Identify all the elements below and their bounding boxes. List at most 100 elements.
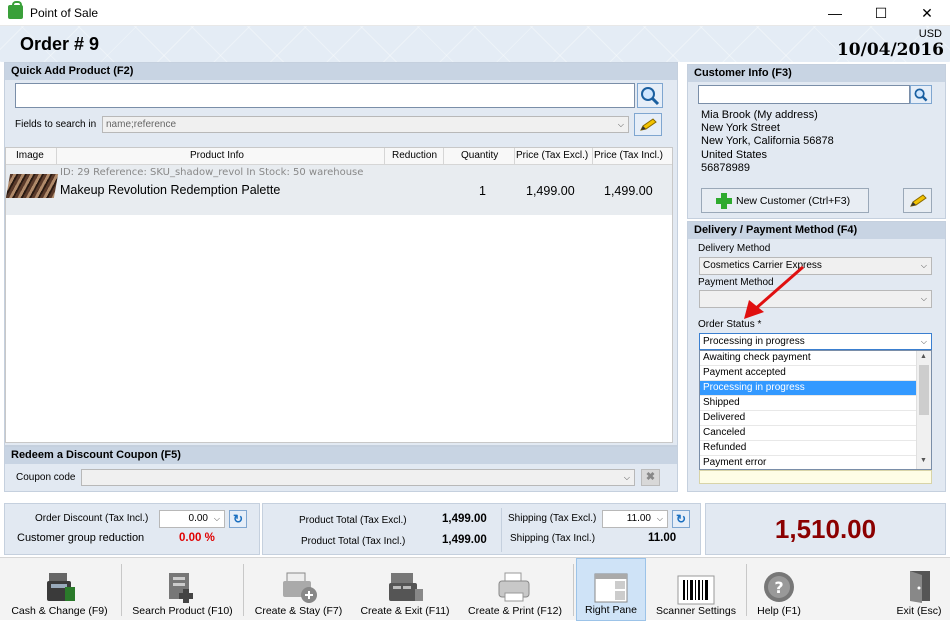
printer-add-icon [282,572,317,603]
right-pane-button[interactable]: Right Pane [576,558,646,621]
product-total-excl-value: 1,499.00 [442,513,487,525]
address-line: New York Street [701,122,780,135]
status-option[interactable]: Payment accepted [700,366,916,381]
refresh-discount-button[interactable]: ↻ [229,510,247,528]
toolbar-label: Create & Exit (F11) [360,605,450,617]
cash-change-button[interactable]: Cash & Change (F9) [0,558,119,621]
delivery-method-label: Delivery Method [698,243,771,254]
toolbar-label: Create & Print (F12) [468,605,562,617]
svg-text:?: ? [774,578,783,597]
status-option[interactable]: Awaiting check payment [700,351,916,366]
magnifier-icon [914,88,928,101]
chevron-down-icon: ⌵ [617,120,624,129]
chevron-down-icon: ⌵ [920,294,927,303]
scrollbar-thumb[interactable] [919,365,929,415]
quick-add-title: Quick Add Product (F2) [5,63,677,80]
customer-search-button[interactable] [910,85,932,104]
maximize-button[interactable]: ☐ [858,0,904,26]
product-price-incl: 1,499.00 [604,184,653,198]
currency-label: USD [918,28,942,40]
chevron-down-icon: ⌵ [213,514,220,523]
scroll-down-icon[interactable]: ▼ [920,457,927,464]
new-customer-button[interactable]: New Customer (Ctrl+F3) [701,188,869,213]
order-discount-label: Order Discount (Tax Incl.) [35,513,149,524]
status-option-selected[interactable]: Processing in progress [700,381,916,396]
customer-search-input[interactable] [698,85,910,104]
help-button[interactable]: ? Help (F1) [748,558,810,621]
column-price-excl: Price (Tax Excl.) [516,150,589,161]
annotation-arrow-icon [744,265,804,319]
shipping-excl-value: 11.00 [626,513,651,524]
status-option[interactable]: Delivered [700,411,916,426]
status-option[interactable]: Canceled [700,426,916,441]
column-image: Image [16,150,44,161]
barcode-icon [677,575,715,605]
divider [573,564,574,616]
refresh-icon: ↻ [675,512,687,526]
chevron-down-icon: ⌵ [656,514,663,523]
toolbar-label: Help (F1) [757,605,801,617]
customer-address: Mia Brook (My address) New York Street N… [701,109,834,175]
delivery-title: Delivery / Payment Method (F4) [688,222,945,239]
right-pane-icon [594,573,628,603]
order-note-field[interactable] [699,470,932,484]
grand-total: 1,510.00 [774,514,877,544]
column-reduction: Reduction [392,150,438,161]
grand-total-panel: 1,510.00 [705,503,946,555]
cash-register-icon [46,573,75,601]
printer-icon [498,572,530,602]
coupon-panel: Redeem a Discount Coupon (F5) Coupon cod… [4,446,678,492]
shopping-bag-icon [8,1,23,19]
delivery-method-select[interactable]: Cosmetics Carrier Express ⌵ [699,257,932,275]
new-customer-label: New Customer (Ctrl+F3) [736,194,851,207]
scroll-up-icon[interactable]: ▲ [920,353,927,360]
status-option[interactable]: Payment error [700,456,916,471]
shipping-excl-label: Shipping (Tax Excl.) [508,513,597,524]
dropdown-scrollbar[interactable]: ▲ ▼ [916,351,931,469]
divider [501,508,502,552]
coupon-code-label: Coupon code [16,472,76,483]
exit-button[interactable]: Exit (Esc) [888,558,950,621]
scanner-settings-button[interactable]: Scanner Settings [648,558,744,621]
create-print-button[interactable]: Create & Print (F12) [460,558,570,621]
magnifier-icon [641,86,660,105]
clear-coupon-button[interactable]: ✖ [641,469,660,486]
status-option[interactable]: Refunded [700,441,916,456]
exit-door-icon [910,571,930,603]
product-thumbnail [5,174,59,198]
shipping-incl-label: Shipping (Tax Incl.) [510,533,596,544]
edit-customer-button[interactable] [903,188,932,213]
shipping-excl-input[interactable]: 11.00 ⌵ [602,510,668,528]
group-reduction-label: Customer group reduction [17,532,145,544]
status-option[interactable]: Shipped [700,396,916,411]
window-title: Point of Sale [30,6,99,20]
close-button[interactable]: ✕ [904,0,950,26]
product-quantity[interactable]: 1 [479,184,486,198]
order-status-dropdown: Awaiting check payment Payment accepted … [699,350,932,471]
table-row[interactable]: ID: 29 Reference: SKU_shadow_revol In St… [5,165,672,215]
payment-method-select[interactable]: ⌵ [699,290,932,308]
register-exit-icon [389,573,423,601]
order-discount-value: 0.00 [188,513,208,524]
coupon-title: Redeem a Discount Coupon (F5) [5,447,677,464]
toolbar-label: Exit (Esc) [896,605,942,617]
order-discount-input[interactable]: 0.00 ⌵ [159,510,225,528]
coupon-code-select[interactable]: ⌵ [81,469,635,486]
product-search-input[interactable] [15,83,635,108]
refresh-shipping-button[interactable]: ↻ [672,510,690,528]
search-button[interactable] [637,83,663,108]
create-stay-button[interactable]: Create & Stay (F7) [245,558,352,621]
fields-to-search-value: name;reference [106,119,177,130]
order-status-select[interactable]: Processing in progress ⌵ [699,333,932,350]
product-total-incl-label: Product Total (Tax Incl.) [301,536,406,547]
toolbar-label: Create & Stay (F7) [254,605,343,617]
toolbar-label: Search Product (F10) [132,605,233,617]
address-line: United States [701,148,768,161]
help-icon: ? [764,572,794,602]
minimize-button[interactable]: — [812,0,858,26]
create-exit-button[interactable]: Create & Exit (F11) [354,558,456,621]
fields-to-search-label: Fields to search in [15,119,97,130]
fields-to-search-select[interactable]: name;reference ⌵ [102,116,629,133]
search-product-button[interactable]: Search Product (F10) [123,558,242,621]
edit-fields-button[interactable] [634,113,662,136]
